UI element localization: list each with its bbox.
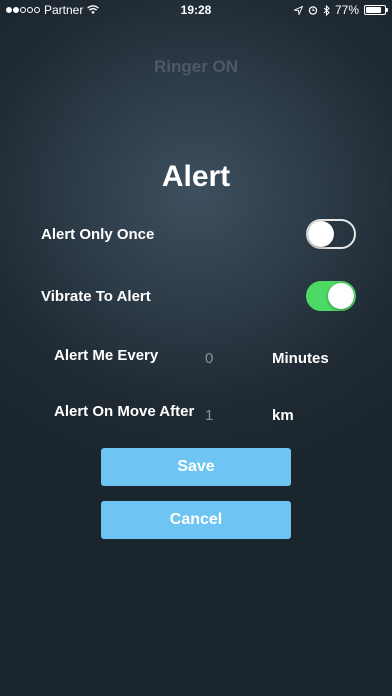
- alert-once-toggle[interactable]: [306, 219, 356, 249]
- alert-move-label: Alert On Move After: [54, 403, 195, 420]
- cancel-button[interactable]: Cancel: [101, 501, 291, 539]
- save-button[interactable]: Save: [101, 448, 291, 486]
- alert-move-unit: km: [272, 407, 294, 424]
- alert-every-input[interactable]: [205, 346, 245, 370]
- ringer-status: Ringer ON: [153, 57, 239, 76]
- bluetooth-icon: [323, 4, 330, 16]
- battery-percent: 77%: [334, 3, 359, 17]
- vibrate-label: Vibrate To Alert: [41, 288, 151, 305]
- battery-icon: [364, 5, 388, 15]
- status-bar: Partner 19:28 77%: [0, 0, 392, 20]
- alert-once-label: Alert Only Once: [41, 226, 155, 243]
- page-title: Alert: [161, 160, 231, 193]
- status-right: 77%: [293, 3, 388, 17]
- alert-move-input[interactable]: [205, 403, 245, 427]
- alert-every-label: Alert Me Every: [54, 347, 159, 364]
- alert-every-unit: Minutes: [272, 350, 329, 367]
- alarm-icon: [308, 6, 318, 15]
- location-icon: [293, 5, 303, 15]
- toggle-knob: [328, 283, 354, 309]
- vibrate-toggle[interactable]: [306, 281, 356, 311]
- toggle-knob: [308, 221, 334, 247]
